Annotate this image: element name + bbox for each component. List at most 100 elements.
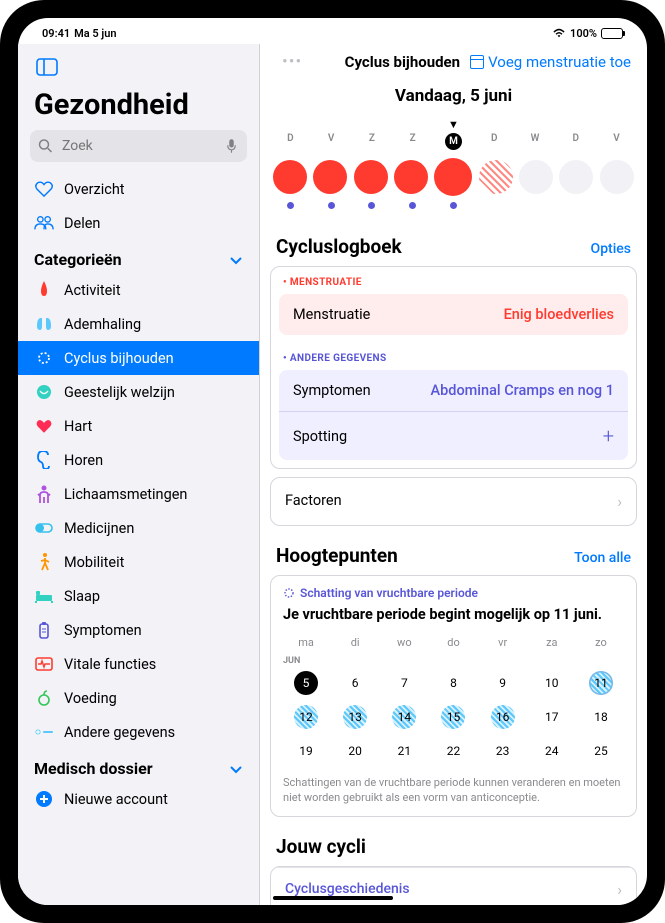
add-menstruation-button[interactable]: Voeg menstruatie toe	[470, 53, 631, 71]
cal-cell[interactable]: 14	[381, 700, 427, 734]
nav-nieuwe-account[interactable]: Nieuwe account	[18, 782, 259, 816]
category-cyclus-bijhouden[interactable]: Cyclus bijhouden	[18, 341, 259, 375]
cycle-day-dot[interactable]	[519, 160, 553, 194]
cycle-log-options[interactable]: Opties	[591, 241, 631, 257]
status-date: Ma 5 jun	[74, 27, 116, 40]
category-icon	[34, 518, 54, 538]
highlight-card[interactable]: Schatting van vruchtbare periode Je vruc…	[270, 575, 637, 817]
content-title: Cyclus bijhouden	[345, 53, 460, 71]
symptoms-row[interactable]: Symptomen Abdominal Cramps en nog 1	[279, 370, 628, 411]
factors-row[interactable]: Factoren ›	[270, 477, 637, 526]
sidebar-toggle-icon[interactable]	[32, 54, 62, 80]
more-icon[interactable]: •••	[282, 52, 302, 72]
cycle-log-box: • MENSTRUATIE Menstruatie Enig bloedverl…	[270, 266, 637, 469]
main-content: ••• Cyclus bijhouden Voeg menstruatie to…	[260, 44, 647, 905]
app-title: Gezondheid	[18, 86, 259, 130]
category-icon	[34, 688, 54, 708]
spotting-row[interactable]: Spotting +	[279, 411, 628, 460]
category-slaap[interactable]: Slaap	[18, 579, 259, 613]
battery-percent: 100%	[570, 27, 597, 40]
home-indicator[interactable]	[273, 896, 393, 900]
category-icon	[34, 382, 54, 402]
cal-cell[interactable]: 21	[381, 734, 427, 768]
category-icon	[34, 484, 54, 504]
cal-cell[interactable]: 17	[529, 700, 575, 734]
cal-cell[interactable]: 20	[332, 734, 378, 768]
cal-cell[interactable]: 6	[332, 666, 378, 700]
cal-cell[interactable]: 9	[480, 666, 526, 700]
category-symptomen[interactable]: Symptomen	[18, 613, 259, 647]
cal-dow: di	[332, 631, 378, 654]
cal-cell[interactable]: 24	[529, 734, 575, 768]
chevron-right-icon: ›	[617, 492, 622, 511]
category-label: Lichaamsmetingen	[64, 486, 187, 503]
mic-icon[interactable]	[224, 139, 239, 154]
category-icon	[34, 654, 54, 674]
dow-cell: V	[314, 133, 348, 150]
cal-cell[interactable]: 23	[480, 734, 526, 768]
menstruation-row[interactable]: Menstruatie Enig bloedverlies	[279, 294, 628, 335]
category-vitale-functies[interactable]: Vitale functies	[18, 647, 259, 681]
cal-cell[interactable]: 10	[529, 666, 575, 700]
cal-cell[interactable]: 13	[332, 700, 378, 734]
people-icon	[34, 213, 54, 233]
category-voeding[interactable]: Voeding	[18, 681, 259, 715]
cycle-day-dot[interactable]	[600, 160, 634, 194]
nav-delen[interactable]: Delen	[18, 206, 259, 240]
cal-dow: vr	[480, 631, 526, 654]
category-andere-gegevens[interactable]: Andere gegevens	[18, 715, 259, 749]
dow-cell: W	[518, 133, 552, 150]
category-icon	[34, 620, 54, 640]
week-strip[interactable]: ▼ DVZZMDWDV	[270, 110, 637, 217]
category-mobiliteit[interactable]: Mobiliteit	[18, 545, 259, 579]
cycle-day-dot[interactable]	[394, 160, 428, 194]
dow-cell: Z	[355, 133, 389, 150]
disclaimer: Schattingen van de vruchtbare periode ku…	[283, 776, 624, 806]
search-input[interactable]	[30, 130, 247, 162]
nav-overzicht[interactable]: Overzicht	[18, 172, 259, 206]
cal-cell[interactable]: 8	[430, 666, 476, 700]
category-activiteit[interactable]: Activiteit	[18, 273, 259, 307]
cycle-day-dot[interactable]	[479, 160, 513, 194]
cal-cell[interactable]: 19	[283, 734, 329, 768]
add-icon[interactable]: +	[603, 424, 614, 448]
category-geestelijk-welzijn[interactable]: Geestelijk welzijn	[18, 375, 259, 409]
category-label: Medicijnen	[64, 520, 134, 537]
show-all-link[interactable]: Toon alle	[574, 550, 631, 566]
today-label: Vandaag, 5 juni	[270, 86, 637, 106]
category-horen[interactable]: Horen	[18, 443, 259, 477]
category-lichaamsmetingen[interactable]: Lichaamsmetingen	[18, 477, 259, 511]
sidebar: Gezondheid Overzicht Delen Categorieën A…	[18, 44, 260, 905]
cal-cell[interactable]: 25	[578, 734, 624, 768]
cal-cell[interactable]: 22	[430, 734, 476, 768]
categories-header[interactable]: Categorieën	[18, 240, 259, 273]
add-circle-icon	[34, 789, 54, 809]
cycle-day-dot[interactable]	[273, 160, 307, 194]
category-label: Hart	[64, 418, 92, 435]
cycle-day-dot[interactable]	[313, 160, 347, 194]
dow-cell: M	[436, 133, 470, 150]
category-medicijnen[interactable]: Medicijnen	[18, 511, 259, 545]
cycle-day-dot[interactable]	[559, 160, 593, 194]
cycle-day-dot-today[interactable]	[434, 158, 472, 196]
cycle-day-dot[interactable]	[354, 160, 388, 194]
category-icon	[34, 552, 54, 572]
cal-cell[interactable]: 12	[283, 700, 329, 734]
symptom-dot	[450, 202, 457, 209]
category-label: Slaap	[64, 588, 100, 605]
cal-cell[interactable]: 18	[578, 700, 624, 734]
heart-outline-icon	[34, 179, 54, 199]
category-ademhaling[interactable]: Ademhaling	[18, 307, 259, 341]
cal-cell[interactable]: 5	[283, 666, 329, 700]
cal-dow: zo	[578, 631, 624, 654]
cal-cell[interactable]: 15	[430, 700, 476, 734]
medical-header[interactable]: Medisch dossier	[18, 749, 259, 782]
nav-label: Nieuwe account	[64, 791, 168, 808]
highlights-title: Hoogtepunten	[276, 544, 398, 567]
category-label: Horen	[64, 452, 103, 469]
category-hart[interactable]: Hart	[18, 409, 259, 443]
chevron-down-icon	[229, 762, 243, 776]
cal-cell[interactable]: 11	[578, 666, 624, 700]
cal-cell[interactable]: 16	[480, 700, 526, 734]
cal-cell[interactable]: 7	[381, 666, 427, 700]
